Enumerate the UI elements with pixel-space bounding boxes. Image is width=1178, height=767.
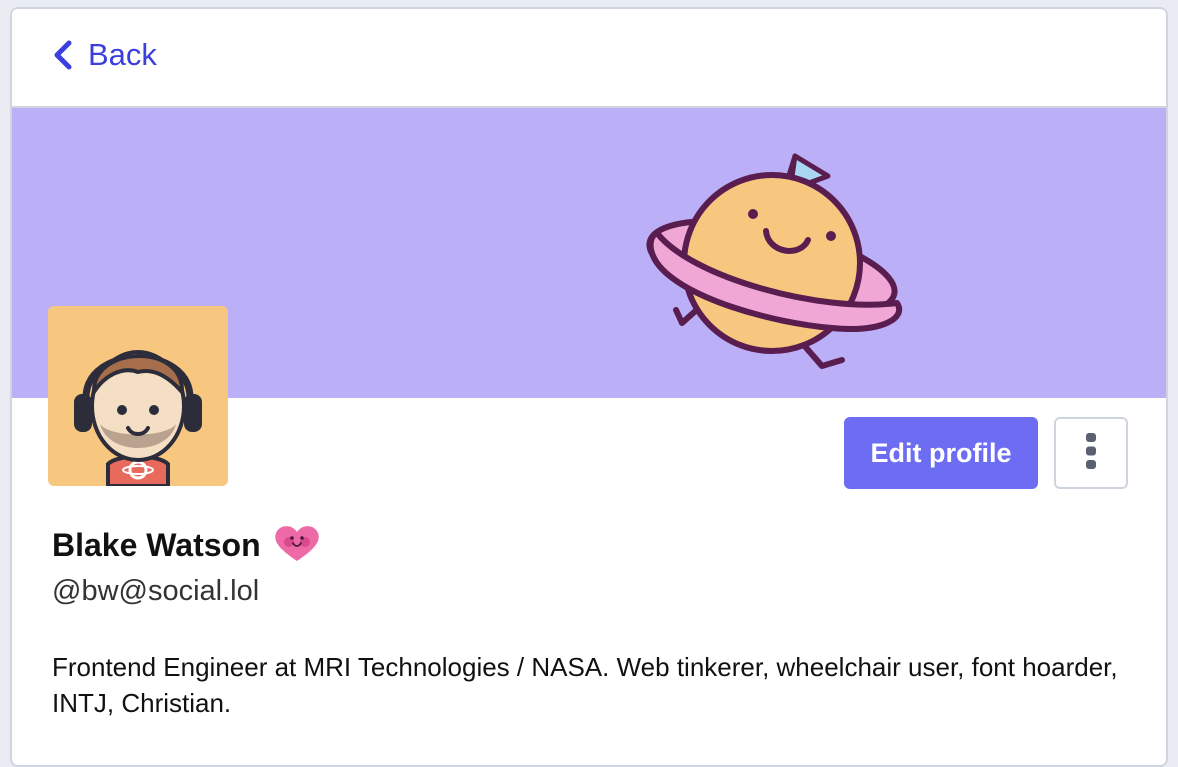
- profile-handle: @bw@social.lol: [52, 575, 260, 607]
- back-label: Back: [88, 37, 157, 72]
- avatar[interactable]: [48, 306, 228, 486]
- back-link[interactable]: Back: [52, 37, 157, 73]
- display-name: Blake Watson: [52, 527, 261, 563]
- more-options-button[interactable]: [1054, 417, 1128, 489]
- edit-profile-button[interactable]: Edit profile: [844, 417, 1038, 489]
- name-row: Blake Watson: [52, 523, 321, 568]
- planet-illustration: [646, 153, 902, 369]
- smiling-heart-icon: [273, 523, 321, 568]
- profile-card: Back Edit profile Blake Watson @bw@socia…: [10, 7, 1168, 767]
- chevron-left-icon: [52, 40, 74, 70]
- avatar-illustration: [74, 350, 202, 486]
- top-bar: Back: [12, 9, 1166, 108]
- profile-bio: Frontend Engineer at MRI Technologies / …: [52, 652, 1118, 718]
- vertical-dots-icon: [1084, 431, 1098, 476]
